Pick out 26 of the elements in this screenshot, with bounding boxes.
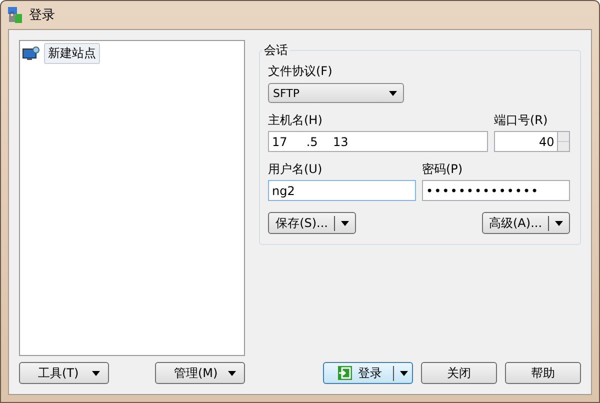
computer-lock-icon bbox=[7, 6, 23, 24]
field-label: 密码(P) bbox=[422, 161, 464, 178]
dialog-button[interactable]: 关闭 bbox=[421, 362, 497, 384]
port-field[interactable]: 40 bbox=[494, 131, 558, 152]
menu-button[interactable]: 管理(M) bbox=[155, 362, 245, 384]
login-button[interactable]: 登录 bbox=[323, 362, 413, 384]
field-label: 用户名(U) bbox=[268, 161, 324, 178]
save-button[interactable]: 保存(S)... bbox=[268, 212, 356, 234]
username-field[interactable]: ng2 bbox=[268, 180, 416, 201]
menu-button[interactable]: 工具(T) bbox=[19, 362, 109, 384]
spin-buttons[interactable] bbox=[558, 131, 570, 152]
advanced-button[interactable]: 高级(A)... bbox=[482, 212, 570, 234]
site-item[interactable]: 新建站点 bbox=[44, 43, 100, 64]
field-label: 文件协议(F) bbox=[268, 63, 334, 80]
login-icon bbox=[338, 366, 352, 380]
site-list[interactable]: 新建站点 bbox=[19, 40, 245, 356]
window-title: 登录 bbox=[29, 7, 55, 24]
caret-icon bbox=[389, 90, 397, 96]
protocol-dropdown[interactable]: SFTP bbox=[268, 83, 404, 103]
group-title: 会话 bbox=[262, 42, 290, 59]
field-label: 端口号(R) bbox=[494, 112, 549, 129]
host-field[interactable]: 17 .5 13 bbox=[268, 131, 488, 152]
dialog-button[interactable]: 帮助 bbox=[505, 362, 581, 384]
monitor-icon bbox=[22, 46, 40, 62]
password-field[interactable]: •••••••••••••• bbox=[422, 180, 570, 201]
field-label: 主机名(H) bbox=[268, 112, 324, 129]
